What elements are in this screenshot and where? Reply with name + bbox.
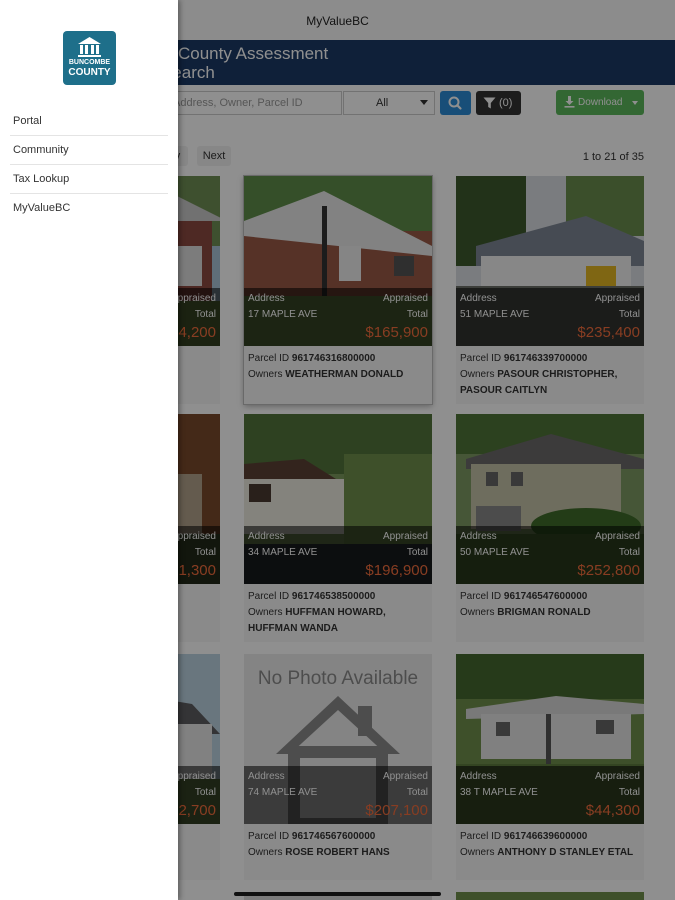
nav-item-label: MyValueBC	[13, 202, 71, 214]
home-indicator[interactable]	[234, 892, 441, 896]
logo-line2: COUNTY	[68, 67, 111, 78]
nav-item-community[interactable]: Community	[10, 136, 168, 165]
nav-item-label: Tax Lookup	[13, 173, 70, 185]
nav-item-portal[interactable]: Portal	[10, 107, 168, 136]
nav-item-tax-lookup[interactable]: Tax Lookup	[10, 165, 168, 194]
nav-drawer: BUNCOMBE COUNTY Portal Community Tax Loo…	[0, 0, 178, 900]
courthouse-icon	[78, 37, 101, 57]
county-logo: BUNCOMBE COUNTY	[63, 31, 116, 85]
nav-item-myvaluebc[interactable]: MyValueBC	[10, 194, 168, 223]
nav-item-label: Community	[13, 144, 69, 156]
logo-line1: BUNCOMBE	[68, 59, 111, 66]
nav-item-label: Portal	[13, 115, 42, 127]
